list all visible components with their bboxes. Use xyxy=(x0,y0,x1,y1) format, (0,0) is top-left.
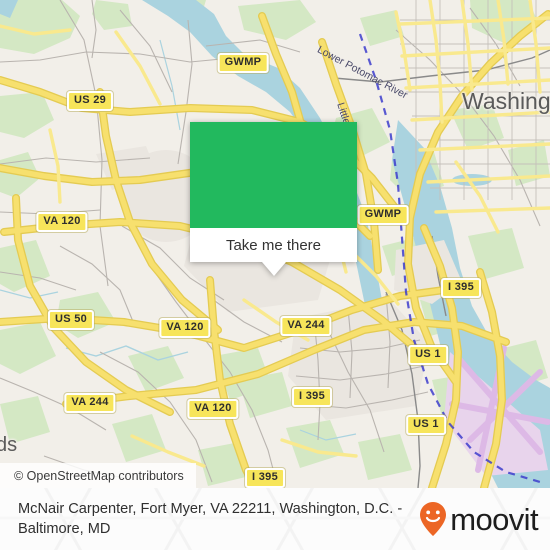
place-label-edge: ds xyxy=(0,434,18,456)
map-attribution[interactable]: © OpenStreetMap contributors xyxy=(0,463,196,488)
road-shield-gwmp-south[interactable]: GWMP xyxy=(357,205,409,225)
footer-content: McNair Carpenter, Fort Myer, VA 22211, W… xyxy=(0,488,550,550)
map-canvas[interactable]: Washingt ds Lower Potomac River Little G… xyxy=(0,0,550,488)
location-title: McNair Carpenter, Fort Myer, VA 22211, W… xyxy=(18,501,403,537)
road-shield-us-1-north[interactable]: US 1 xyxy=(408,345,448,365)
road-shield-va-244-west[interactable]: VA 244 xyxy=(64,393,116,413)
popup-image-placeholder xyxy=(190,122,357,228)
location-popup[interactable]: Take me there xyxy=(190,122,357,276)
take-me-there-button[interactable]: Take me there xyxy=(190,228,357,262)
road-shield-i-395-east[interactable]: I 395 xyxy=(441,278,481,298)
footer-bar: McNair Carpenter, Fort Myer, VA 22211, W… xyxy=(0,488,550,550)
road-shield-va-244-east[interactable]: VA 244 xyxy=(280,316,332,336)
attribution-text: © OpenStreetMap contributors xyxy=(14,468,184,483)
moovit-wordmark: moovit xyxy=(450,501,538,537)
road-shield-va-120-mid[interactable]: VA 120 xyxy=(159,318,211,338)
map-pin-icon xyxy=(420,502,447,536)
road-shield-gwmp-north[interactable]: GWMP xyxy=(217,53,269,73)
screenshot-root: Washingt ds Lower Potomac River Little G… xyxy=(0,0,550,550)
road-shield-us-1-south[interactable]: US 1 xyxy=(406,415,446,435)
moovit-logo[interactable]: moovit xyxy=(418,501,539,537)
place-label-washington: Washingt xyxy=(462,88,550,114)
road-shield-us-50[interactable]: US 50 xyxy=(47,310,95,330)
road-shield-i-395-south[interactable]: I 395 xyxy=(245,468,285,488)
take-me-there-label: Take me there xyxy=(225,236,322,254)
popup-pointer xyxy=(261,262,286,276)
road-shield-va-120-south[interactable]: VA 120 xyxy=(187,399,239,419)
road-shield-i-395-mid[interactable]: I 395 xyxy=(292,387,332,407)
road-shield-va-120-west[interactable]: VA 120 xyxy=(36,212,88,232)
road-shield-us-29[interactable]: US 29 xyxy=(66,91,114,111)
